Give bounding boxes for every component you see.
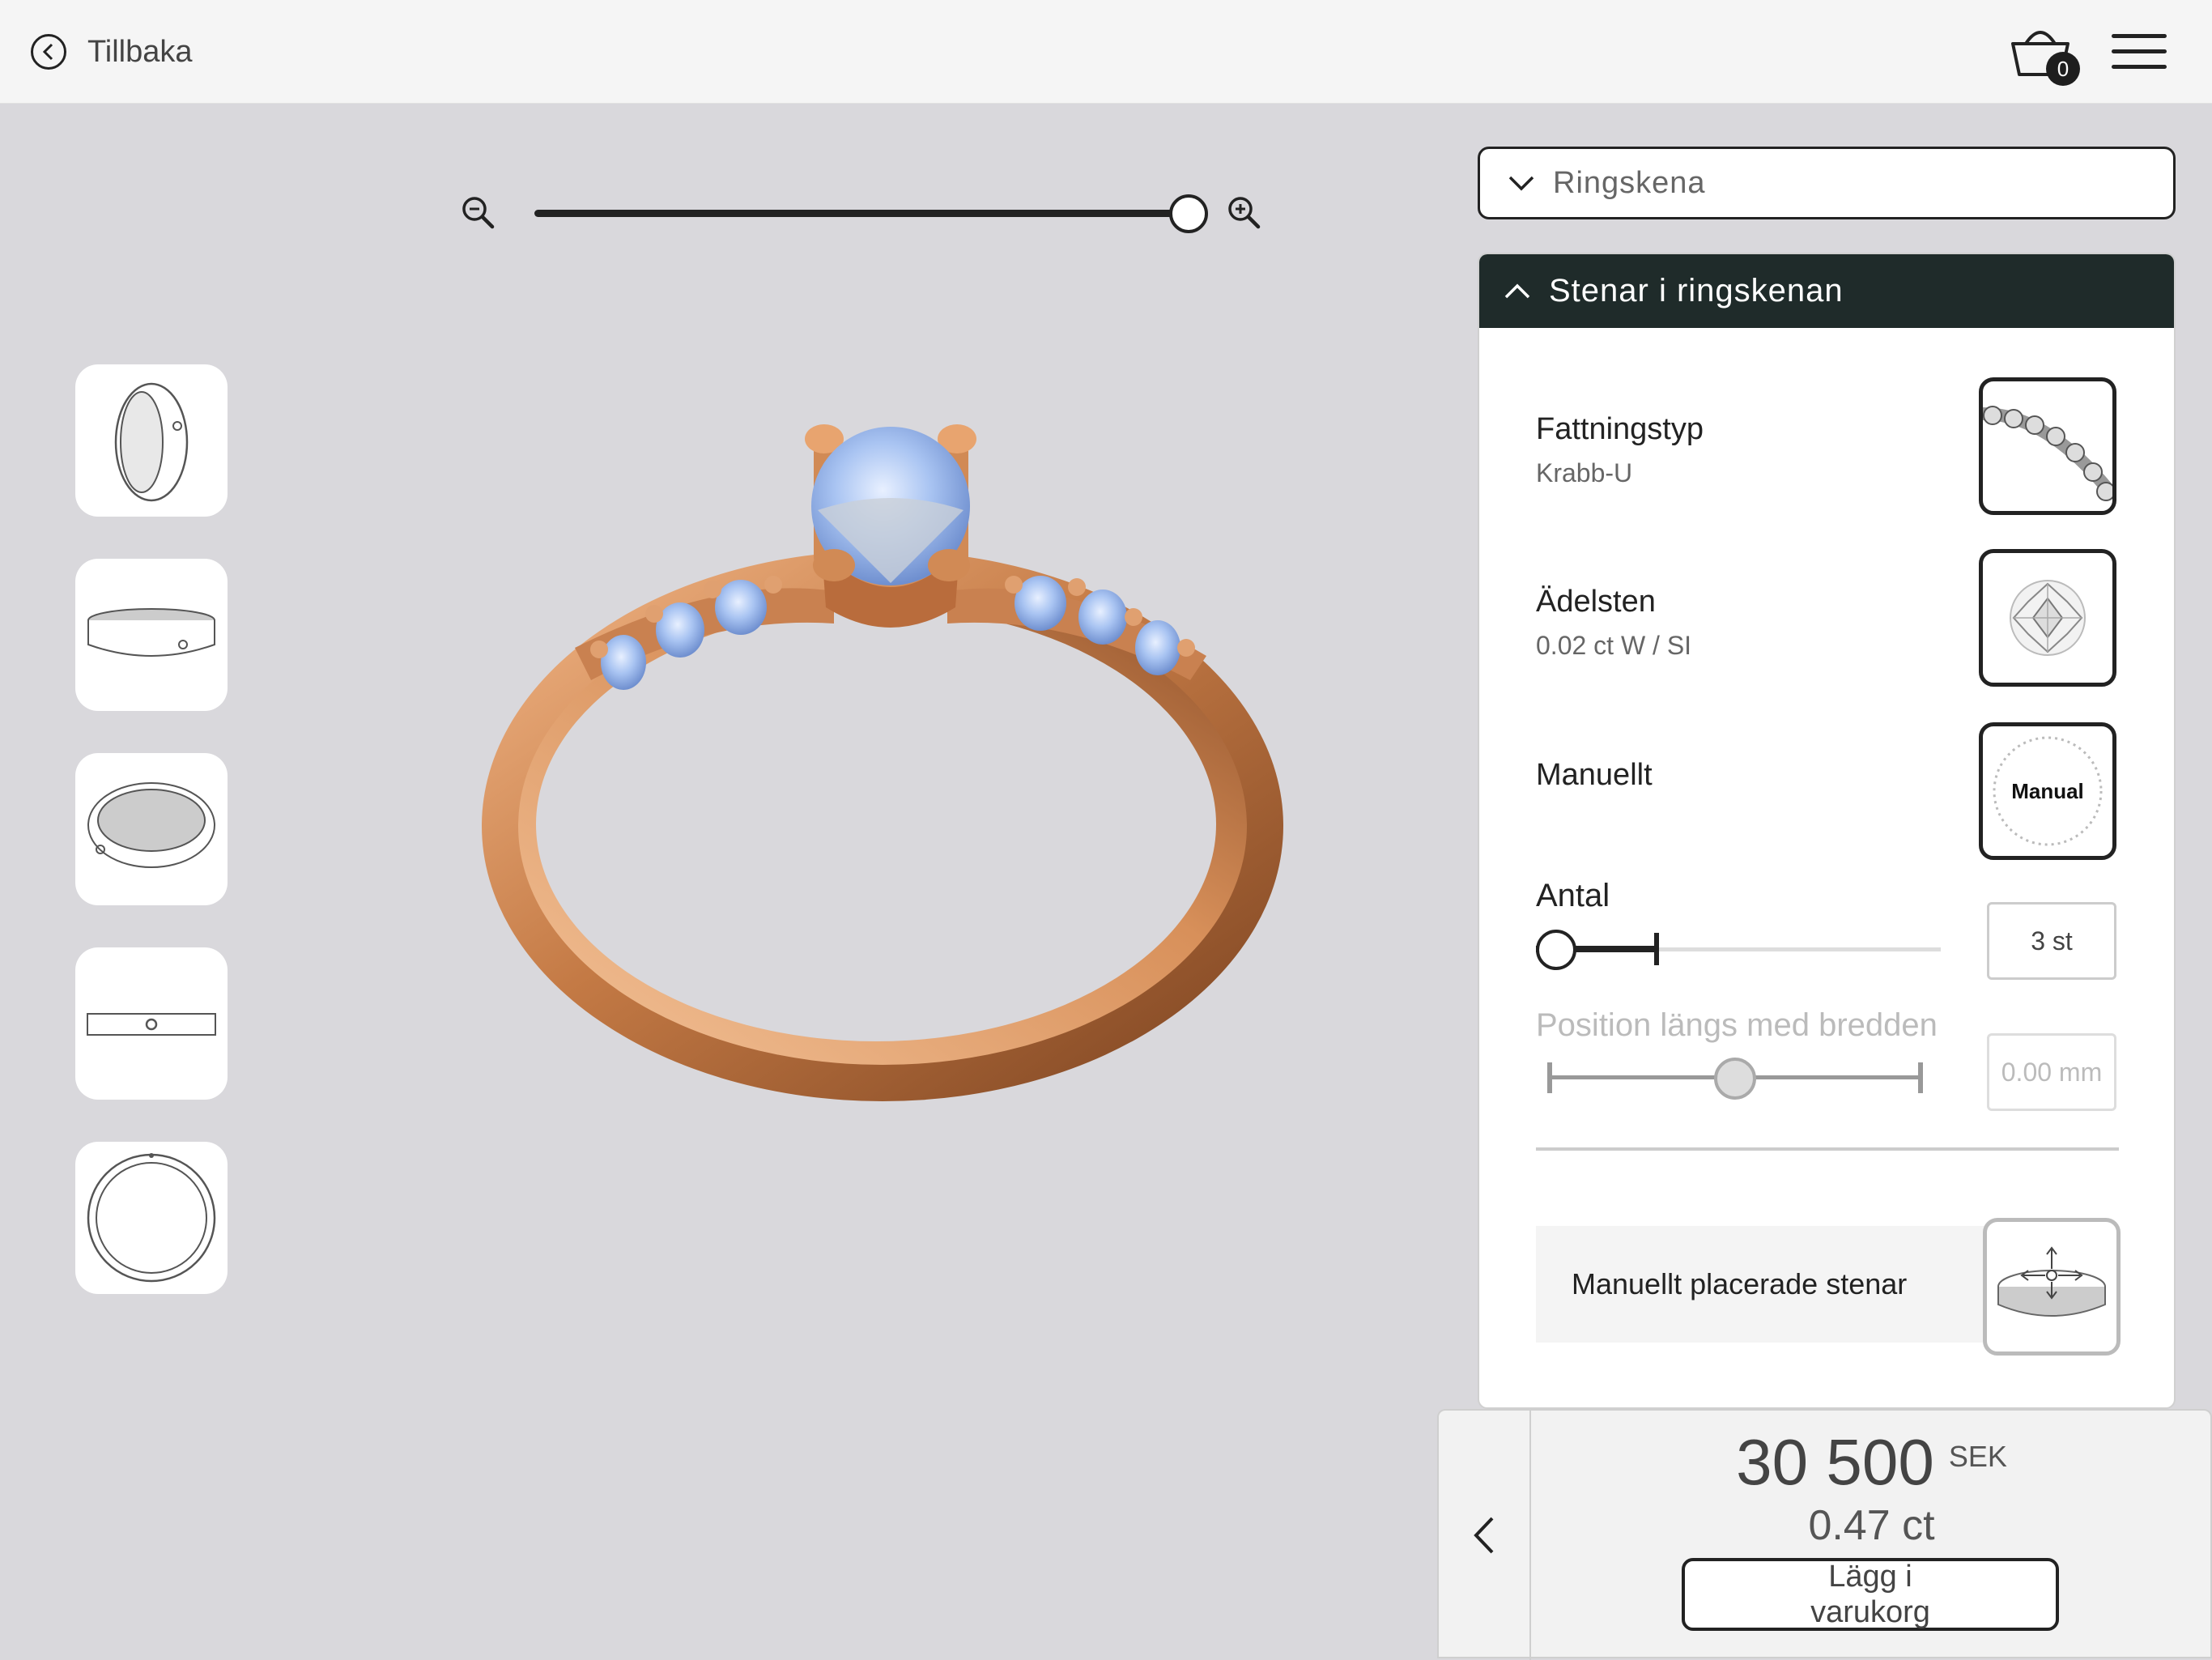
gemstone-selector[interactable]	[1979, 549, 2116, 687]
stones-section: Stenar i ringskenan Fattningstyp Krabb-U…	[1478, 253, 2176, 1409]
cart-count-badge: 0	[2046, 52, 2080, 86]
total-carat: 0.47 ct	[1808, 1502, 1935, 1549]
ring-3d-render	[482, 424, 1283, 1101]
ring-preview[interactable]	[453, 405, 1312, 1134]
manual-badge: Manual	[2011, 778, 2084, 803]
setting-type-title: Fattningstyp	[1536, 412, 1704, 446]
ring-top-icon	[87, 1153, 216, 1283]
price-amount: 30 500	[1736, 1426, 1934, 1498]
count-slider-handle[interactable]	[1536, 930, 1576, 970]
top-bar: Tillbaka 0	[0, 0, 2212, 104]
ring-part-dropdown[interactable]: Ringskena	[1478, 147, 2176, 219]
chevron-left-icon	[31, 34, 66, 70]
gemstone-option: Ädelsten 0.02 ct W / SI	[1536, 585, 1691, 661]
position-label: Position längs med bredden	[1536, 1007, 1938, 1043]
cart-button[interactable]: 0	[2008, 23, 2081, 87]
footer-collapse-button[interactable]	[1439, 1411, 1531, 1660]
manual-placed-stones-button[interactable]: Manuellt placerade stenar	[1536, 1226, 1989, 1343]
manual-title: Manuellt	[1536, 758, 1653, 792]
manual-placed-stones-image[interactable]	[1983, 1218, 2121, 1356]
back-label: Tillbaka	[87, 34, 193, 69]
ring-move-stone-icon	[1997, 1246, 2106, 1317]
view-thumbnail-top[interactable]	[75, 1142, 228, 1294]
gemstone-title: Ädelsten	[1536, 585, 1656, 619]
setting-type-selector[interactable]	[1979, 377, 2116, 515]
view-thumbnails	[75, 364, 228, 1336]
section-divider	[1536, 1147, 2119, 1151]
ring-top-angle-icon	[87, 782, 215, 868]
chevron-left-icon	[1474, 1517, 1494, 1554]
position-value-box[interactable]: 0.00 mm	[1987, 1033, 2116, 1111]
gemstone-value: 0.02 ct W / SI	[1536, 631, 1692, 660]
zoom-slider-track[interactable]	[534, 210, 1189, 217]
position-slider[interactable]	[1536, 1054, 1933, 1100]
count-slider[interactable]	[1536, 928, 1941, 970]
add-to-cart-button[interactable]: Lägg i varukorg	[1682, 1558, 2059, 1631]
zoom-slider-handle[interactable]	[1169, 194, 1208, 233]
position-slider-handle[interactable]	[1714, 1058, 1756, 1100]
setting-type-option: Fattningstyp Krabb-U	[1536, 412, 1704, 488]
chevron-down-icon	[1508, 176, 1534, 191]
view-thumbnail-front[interactable]	[75, 947, 228, 1100]
ring-front-icon	[87, 1013, 216, 1036]
section-title: Stenar i ringskenan	[1549, 273, 1844, 309]
zoom-control	[460, 186, 1261, 243]
chevron-up-icon	[1504, 283, 1530, 298]
zoom-out-icon[interactable]	[460, 194, 497, 232]
setting-type-image	[1983, 406, 2112, 501]
ring-side-icon	[87, 608, 215, 657]
count-label: Antal	[1536, 878, 1610, 913]
view-thumbnail-perspective[interactable]	[75, 364, 228, 517]
zoom-in-icon[interactable]	[1226, 194, 1263, 232]
back-button[interactable]: Tillbaka	[31, 31, 193, 73]
ring-perspective-icon	[114, 382, 189, 502]
price-currency: SEK	[1948, 1440, 2007, 1473]
dropdown-label: Ringskena	[1553, 165, 1706, 200]
price-display: 30 500 SEK	[1529, 1425, 2212, 1500]
manual-placed-stones-label: Manuellt placerade stenar	[1572, 1267, 1908, 1300]
manual-selector[interactable]: Manual	[1979, 722, 2116, 860]
add-to-cart-label: Lägg i varukorg	[1810, 1560, 1930, 1629]
setting-type-value: Krabb-U	[1536, 458, 1633, 487]
hamburger-menu-icon[interactable]	[2112, 34, 2167, 71]
manual-option: Manuellt	[1536, 758, 1653, 793]
diamond-icon	[2010, 580, 2086, 656]
view-thumbnail-side[interactable]	[75, 559, 228, 711]
price-footer: 30 500 SEK 0.47 ct Lägg i varukorg	[1437, 1409, 2212, 1660]
section-header[interactable]: Stenar i ringskenan	[1479, 254, 2174, 328]
count-value-box[interactable]: 3 st	[1987, 902, 2116, 980]
view-thumbnail-top-angle[interactable]	[75, 753, 228, 905]
